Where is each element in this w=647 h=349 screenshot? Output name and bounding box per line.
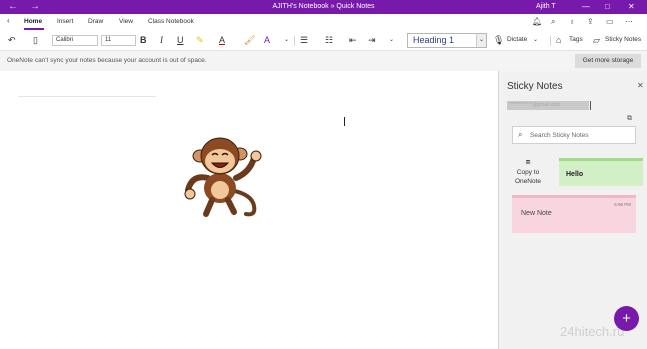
divider <box>294 36 295 46</box>
chevron-down-icon[interactable]: ⌄ <box>476 34 486 47</box>
bullet-list-icon[interactable]: ☰ <box>300 34 308 46</box>
style-value: Heading 1 <box>413 35 455 45</box>
text-cursor <box>590 101 591 110</box>
add-note-button[interactable]: + <box>614 306 639 331</box>
notification-bell-icon[interactable]: 🔔︎ <box>532 17 542 26</box>
font-family-select[interactable]: Calibri <box>52 35 98 46</box>
close-button[interactable]: ✕ <box>628 2 635 12</box>
sticky-notes-button[interactable]: Sticky Notes <box>605 34 641 46</box>
style-select[interactable]: Heading 1 ⌄ <box>407 33 487 48</box>
tags-button[interactable]: Tags <box>569 34 583 46</box>
user-name[interactable]: Ajith T <box>536 3 556 10</box>
page-title-line[interactable] <box>18 96 156 97</box>
monkey-sticker-image[interactable] <box>178 130 268 218</box>
highlighter-icon[interactable]: ✎ <box>196 34 204 46</box>
sticky-note-new[interactable]: 5:06 PM New Note <box>512 195 636 233</box>
note-page[interactable] <box>0 71 498 349</box>
tab-view[interactable]: View <box>119 18 133 25</box>
minimize-button[interactable]: — <box>582 2 590 12</box>
paragraph-options-chevron-icon[interactable]: ⌄ <box>389 34 394 46</box>
font-size-select[interactable]: 11 <box>101 35 136 46</box>
copy-label-line2: OneNote <box>514 178 542 185</box>
italic-button[interactable]: I <box>160 34 163 46</box>
format-painter-icon[interactable]: 🖌︎ <box>244 34 255 46</box>
search-placeholder: Search Sticky Notes <box>530 132 589 139</box>
title-bar: ← → AJITH's Notebook » Quick Notes Ajith… <box>0 0 647 14</box>
ribbon-tabs: ‹ Home Insert Draw View Class Notebook 🔔… <box>0 14 647 30</box>
note-text: Hello <box>566 171 584 178</box>
comments-icon[interactable]: ▭ <box>606 17 614 26</box>
clear-formatting-icon[interactable]: A <box>264 34 270 46</box>
collapse-chevron-icon[interactable]: ‹ <box>7 16 10 25</box>
search-icon[interactable]: ⌕ <box>551 17 555 27</box>
note-color-bar <box>559 158 643 161</box>
sticky-note-hello[interactable]: Hello <box>559 158 643 186</box>
ribbon-toolbar: ↶ ▯ Calibri 11 B I U ✎ A 🖌︎ A ⌄ ☰ ☷ ⇤ ⇥ … <box>0 30 647 51</box>
maximize-button[interactable]: □ <box>605 2 610 12</box>
copy-to-onenote-button[interactable]: ⧈ Copy to OneNote <box>512 157 544 186</box>
sticky-notes-icon[interactable]: ▱ <box>593 34 600 46</box>
tab-insert[interactable]: Insert <box>57 18 73 25</box>
underline-button[interactable]: U <box>177 34 184 46</box>
divider <box>550 36 551 46</box>
new-window-icon[interactable]: ⧉ <box>627 115 632 123</box>
search-icon: ⌕ <box>518 130 523 139</box>
note-color-bar <box>512 195 636 198</box>
note-timestamp: 5:06 PM <box>614 202 631 207</box>
font-color-icon[interactable]: A <box>219 34 225 46</box>
copy-label-line1: Copy to <box>516 169 540 176</box>
close-icon[interactable]: ✕ <box>637 81 644 90</box>
onenote-copy-icon: ⧈ <box>525 157 531 166</box>
text-cursor <box>344 117 345 126</box>
dictate-button[interactable]: Dictate <box>507 34 527 46</box>
tab-home[interactable]: Home <box>24 18 42 25</box>
more-formatting-chevron-icon[interactable]: ⌄ <box>284 34 289 46</box>
tab-class-notebook[interactable]: Class Notebook <box>148 18 194 25</box>
more-options-icon[interactable]: ⋯ <box>625 17 633 26</box>
lightbulb-icon[interactable]: ♁ <box>569 17 575 26</box>
get-more-storage-button[interactable]: Get more storage <box>575 54 641 68</box>
clipboard-icon[interactable]: ▯ <box>33 34 38 46</box>
increase-indent-icon[interactable]: ⇥ <box>368 34 376 46</box>
note-text: New Note <box>521 210 552 217</box>
sync-warning-message: OneNote can't sync your notes because yo… <box>7 57 207 64</box>
sticky-notes-title: Sticky Notes <box>507 81 563 92</box>
bold-button[interactable]: B <box>140 34 147 46</box>
account-email[interactable]: ************@gmail.com <box>507 101 589 110</box>
microphone-icon[interactable]: 🎙︎ <box>493 34 504 46</box>
numbered-list-icon[interactable]: ☷ <box>325 34 333 46</box>
decrease-indent-icon[interactable]: ⇤ <box>349 34 357 46</box>
watermark: 24hitech.ru <box>560 324 625 339</box>
share-icon[interactable]: ⇪ <box>587 17 594 26</box>
search-sticky-notes-input[interactable]: ⌕ Search Sticky Notes <box>512 126 636 144</box>
tag-icon[interactable]: ⌂ <box>556 34 561 46</box>
tab-draw[interactable]: Draw <box>88 18 103 25</box>
sync-warning-bar: OneNote can't sync your notes because yo… <box>0 51 647 71</box>
dictate-chevron-icon[interactable]: ⌄ <box>533 34 538 46</box>
undo-icon[interactable]: ↶ <box>8 34 16 46</box>
